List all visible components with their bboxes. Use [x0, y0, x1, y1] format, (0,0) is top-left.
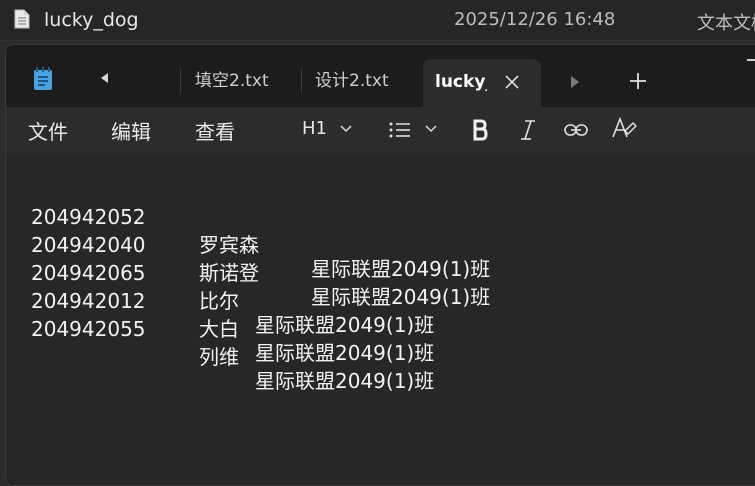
- bold-icon[interactable]: [472, 119, 488, 141]
- list-icon[interactable]: [389, 122, 411, 138]
- tab-separator: [301, 69, 302, 93]
- tab-lucky-dog-label: lucky_dog.txt: [435, 72, 487, 92]
- tab-scroll-right-icon[interactable]: [569, 75, 581, 89]
- tab-lucky-dog[interactable]: lucky_dog.txt: [423, 59, 541, 109]
- list-chevron-down-icon[interactable]: [425, 125, 437, 133]
- heading-chevron-down-icon[interactable]: [340, 125, 352, 133]
- student-name: 比尔: [199, 289, 239, 313]
- explorer-file-type: 文本文档: [697, 13, 755, 34]
- student-class: 星际联盟2049(1)班: [255, 313, 435, 337]
- italic-icon[interactable]: [520, 119, 536, 141]
- student-class: 星际联盟2049(1)班: [311, 285, 491, 309]
- tab-fill-blank[interactable]: 填空2.txt: [195, 69, 269, 93]
- tab-scroll-left-icon[interactable]: [98, 71, 112, 85]
- menu-view[interactable]: 查看: [195, 116, 235, 145]
- student-id: 204942055: [31, 317, 146, 341]
- explorer-modified-date: 2025/12/26 16:48: [454, 9, 616, 30]
- text-line: 204942055 列维 星际联盟2049(1)班: [31, 293, 434, 413]
- clear-format-icon[interactable]: [611, 117, 637, 141]
- student-name: 列维: [199, 345, 239, 369]
- notepad-app-icon: [34, 67, 52, 90]
- explorer-file-row[interactable]: lucky_dog 2025/12/26 16:48 文本文档: [0, 0, 755, 41]
- student-name: 斯诺登: [199, 261, 259, 285]
- student-class: 星际联盟2049(1)班: [311, 257, 491, 281]
- tab-bar: 填空2.txt 设计2.txt lucky_dog.txt: [6, 45, 755, 109]
- student-name: 罗宾森: [199, 233, 259, 257]
- menu-file[interactable]: 文件: [28, 116, 68, 145]
- text-editor[interactable]: 204942052 罗宾森 星际联盟2049(1)班 204942040 斯诺登…: [6, 153, 755, 485]
- tab-design[interactable]: 设计2.txt: [315, 69, 389, 93]
- link-icon[interactable]: [564, 123, 588, 137]
- new-tab-icon[interactable]: [628, 71, 648, 91]
- explorer-file-name: lucky_dog: [44, 9, 139, 31]
- student-name: 大白: [199, 317, 239, 341]
- menu-edit[interactable]: 编辑: [111, 116, 151, 145]
- student-class: 星际联盟2049(1)班: [255, 369, 435, 393]
- student-class: 星际联盟2049(1)班: [255, 341, 435, 365]
- toolbar: 文件 编辑 查看 H1: [6, 107, 755, 153]
- close-tab-icon[interactable]: [503, 73, 521, 91]
- text-file-icon: [14, 9, 30, 29]
- minimize-button[interactable]: [747, 59, 755, 61]
- notepad-window: 填空2.txt 设计2.txt lucky_dog.txt 文件 编辑 查看 H…: [5, 44, 755, 486]
- tab-separator: [180, 69, 181, 93]
- heading-dropdown[interactable]: H1: [302, 118, 327, 139]
